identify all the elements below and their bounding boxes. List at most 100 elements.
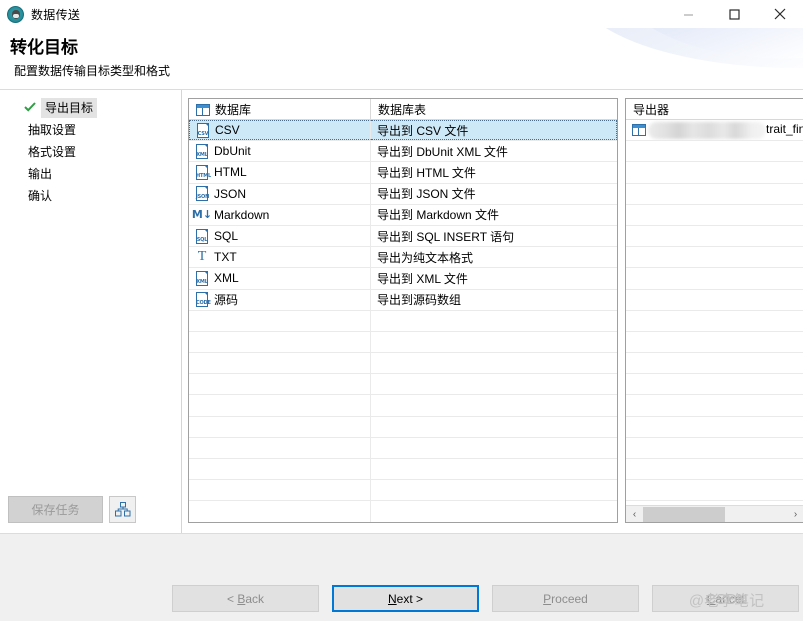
sidebar-item-export-target[interactable]: 导出目标 <box>0 97 181 119</box>
xml-file-icon: XML <box>195 270 209 286</box>
exporter-row-empty[interactable] <box>626 459 803 481</box>
table-row[interactable]: CSV CSV 导出到 CSV 文件 <box>189 120 617 142</box>
column-header-label: 数据库 <box>215 103 252 117</box>
maximize-icon[interactable] <box>711 0 757 28</box>
column-header-label: 数据库表 <box>378 103 427 117</box>
exporter-row-empty[interactable] <box>626 290 803 311</box>
format-name-label: HTML <box>214 165 247 180</box>
sidebar-item-confirm[interactable]: 确认 <box>0 185 181 207</box>
table-row-empty[interactable] <box>189 310 617 332</box>
exporter-horizontal-scrollbar[interactable]: ‹ › <box>626 505 803 522</box>
exporter-row-empty[interactable] <box>626 268 803 290</box>
exporter-row-empty[interactable] <box>626 184 803 205</box>
sidebar-item-extract-settings[interactable]: 抽取设置 <box>0 119 181 141</box>
proceed-button[interactable]: Proceed <box>492 585 639 612</box>
cell-empty <box>189 480 371 501</box>
cell-empty <box>189 459 371 480</box>
exporter-row[interactable]: trait_fin <box>626 120 803 142</box>
table-row[interactable]: T TXT 导出为纯文本格式 <box>189 247 617 269</box>
exporter-row-label: trait_fin <box>766 122 803 136</box>
cell-format-name: JSON JSON <box>189 183 371 204</box>
table-row-empty[interactable] <box>189 374 617 396</box>
format-name-label: XML <box>214 271 239 286</box>
format-name-label: 源码 <box>214 293 239 308</box>
cell-format-description: 导出到 SQL INSERT 语句 <box>371 226 617 246</box>
cell-format-name: CODE 源码 <box>189 289 371 310</box>
column-header-database[interactable]: 数据库 <box>189 99 371 120</box>
table-row-empty[interactable] <box>189 437 617 459</box>
table-row-empty[interactable] <box>189 501 617 522</box>
exporter-row-empty[interactable] <box>626 332 803 354</box>
next-button-label: Next > <box>387 591 424 606</box>
table-row-empty[interactable] <box>189 480 617 502</box>
save-task-bar: 保存任务 <box>0 496 182 523</box>
scroll-left-icon[interactable]: ‹ <box>626 506 643 523</box>
back-button[interactable]: < Back <box>172 585 319 612</box>
cell-format-description: 导出为纯文本格式 <box>371 247 617 267</box>
format-description-label: 导出到 JSON 文件 <box>377 187 476 202</box>
exporter-row-empty[interactable] <box>626 311 803 332</box>
page-title: 转化目标 <box>10 38 78 57</box>
sql-file-icon: SQL <box>195 228 209 244</box>
save-task-button[interactable]: 保存任务 <box>8 496 103 523</box>
exporter-row-empty[interactable] <box>626 374 803 396</box>
column-header-database-table[interactable]: 数据库表 <box>371 99 617 120</box>
exporter-empty-rows <box>626 141 803 502</box>
check-icon <box>24 102 36 112</box>
minimize-icon[interactable] <box>665 0 711 28</box>
html-file-icon: HTML <box>195 164 211 180</box>
table-row-empty[interactable] <box>189 331 617 354</box>
exporter-row-empty[interactable] <box>626 353 803 375</box>
close-icon[interactable] <box>757 0 803 28</box>
back-button-label: < Back <box>226 591 265 606</box>
table-row[interactable]: CODE 源码 导出到源码数组 <box>189 289 617 311</box>
scrollbar-thumb[interactable] <box>643 506 725 522</box>
exporter-row-empty[interactable] <box>626 205 803 226</box>
cell-empty <box>371 311 617 331</box>
exporter-row-empty[interactable] <box>626 141 803 163</box>
exporter-panel[interactable]: 导出器 trait_fin ‹ › <box>625 98 803 523</box>
footer-buttons: < Back Next > Proceed Cancel CSDN @老李笔记 <box>172 585 799 612</box>
cell-format-name: CSV CSV <box>189 120 371 141</box>
exporter-row-empty[interactable] <box>626 438 803 459</box>
sidebar-item-label: 格式设置 <box>28 145 77 159</box>
table-row[interactable]: SQL SQL 导出到 SQL INSERT 语句 <box>189 225 617 248</box>
cell-format-name: HTML HTML <box>189 162 371 183</box>
exporter-row-empty[interactable] <box>626 480 803 502</box>
table-row-empty[interactable] <box>189 353 617 375</box>
cell-empty <box>371 438 617 458</box>
cell-empty <box>189 416 371 437</box>
sidebar-item-format-settings[interactable]: 格式设置 <box>0 141 181 163</box>
table-row-empty[interactable] <box>189 395 617 417</box>
task-group-icon[interactable] <box>109 496 136 523</box>
exporter-panel-header: 导出器 <box>626 99 803 120</box>
format-name-label: SQL <box>214 229 239 244</box>
sidebar-item-output[interactable]: 输出 <box>0 163 181 185</box>
exporter-row-empty[interactable] <box>626 162 803 184</box>
table-row-empty[interactable] <box>189 459 617 481</box>
exporter-row-empty[interactable] <box>626 226 803 248</box>
format-name-label: Markdown <box>214 207 270 222</box>
markdown-icon: M↓ <box>191 208 213 222</box>
export-target-table[interactable]: 数据库 数据库表 CSV CSV 导出到 CSV 文件 XML DbUnit 导出到 Db… <box>188 98 618 523</box>
page-subtitle: 配置数据传输目标类型和格式 <box>14 64 171 78</box>
table-row[interactable]: HTML HTML 导出到 HTML 文件 <box>189 162 617 184</box>
table-row[interactable]: M↓ Markdown 导出到 Markdown 文件 <box>189 204 617 226</box>
cell-empty <box>371 374 617 394</box>
scroll-right-icon[interactable]: › <box>787 506 803 523</box>
next-button[interactable]: Next > <box>332 585 479 612</box>
table-row[interactable]: XML XML 导出到 XML 文件 <box>189 268 617 290</box>
exporter-row-empty[interactable] <box>626 417 803 438</box>
exporter-row-empty[interactable] <box>626 395 803 417</box>
scrollbar-track[interactable] <box>643 506 787 523</box>
table-row[interactable]: XML DbUnit 导出到 DbUnit XML 文件 <box>189 141 617 163</box>
exporter-row-empty[interactable] <box>626 247 803 269</box>
cell-format-description: 导出到源码数组 <box>371 290 617 310</box>
cell-empty <box>189 310 371 331</box>
table-row[interactable]: JSON JSON 导出到 JSON 文件 <box>189 183 617 205</box>
table-row-empty[interactable] <box>189 416 617 438</box>
cell-empty <box>189 501 371 522</box>
cell-empty <box>189 395 371 416</box>
cancel-button[interactable]: Cancel CSDN @老李笔记 <box>652 585 799 612</box>
cell-empty <box>189 437 371 458</box>
